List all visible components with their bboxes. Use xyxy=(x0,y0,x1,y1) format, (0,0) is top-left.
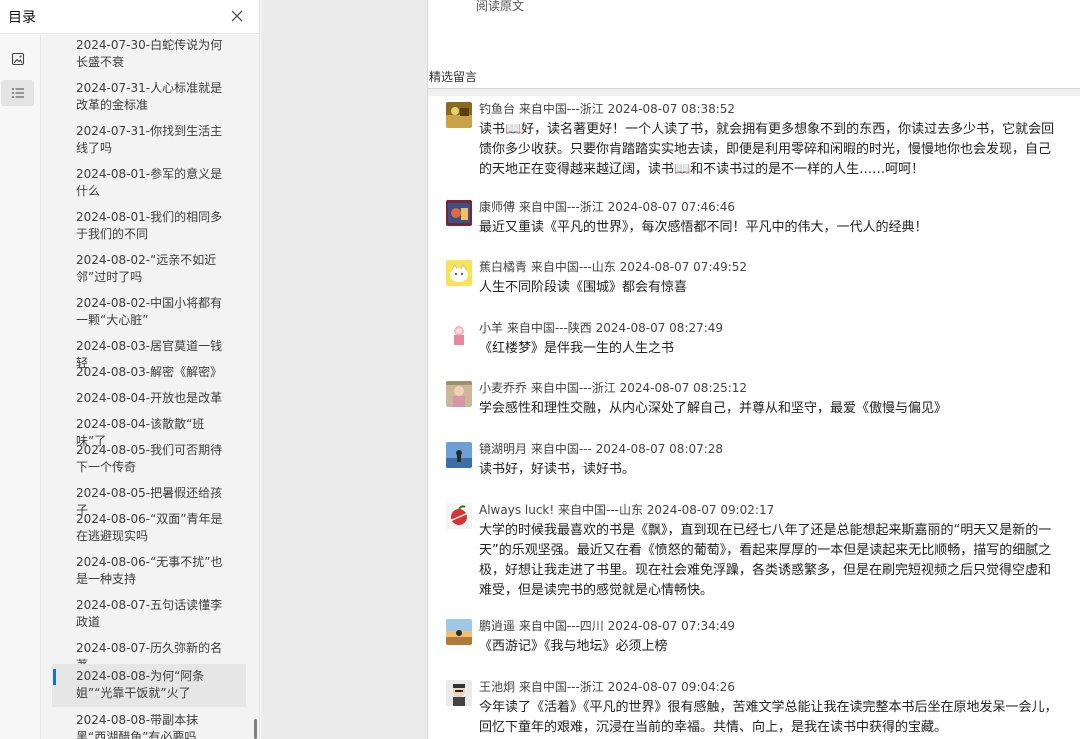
comment-meta: 小麦乔乔 来自中国---浙江 2024-08-07 08:25:12 xyxy=(479,381,748,395)
comment-meta: 鹏逍遥 来自中国---四川 2024-08-07 07:34:49 xyxy=(479,619,736,633)
avatar xyxy=(446,442,472,468)
comment-meta: 康师傅 来自中国---浙江 2024-08-07 07:46:46 xyxy=(479,200,736,214)
avatar xyxy=(446,503,472,529)
comment-meta: 蕉白橘青 来自中国---山东 2024-08-07 07:49:52 xyxy=(479,260,748,274)
comment-meta: 王池炯 来自中国---浙江 2024-08-07 09:04:26 xyxy=(479,680,736,694)
toc-item[interactable]: 2024-08-01-我们的相同多于我们的不同 xyxy=(52,209,246,243)
read-original-link[interactable]: 阅读原文 xyxy=(476,0,524,14)
comment-meta: 镜湖明月 来自中国--- 2024-08-07 08:07:28 xyxy=(479,442,724,456)
toc-item[interactable]: 2024-08-07-五句话读懂李政道 xyxy=(52,597,246,631)
section-divider xyxy=(428,88,1080,96)
toc-panel: 目录 2024-07-30-白蛇传说为何长盛不衰 2024-07-31-人心标准… xyxy=(0,0,260,739)
toc-item[interactable]: 2024-08-01-参军的意义是什么 xyxy=(52,166,246,200)
avatar xyxy=(446,102,472,128)
comment-meta: 小羊 来自中国---陕西 2024-08-07 08:27:49 xyxy=(479,321,724,335)
comment-text: 《西游记》《我与地坛》必须上榜 xyxy=(479,639,668,654)
comment-meta: Always luck! 来自中国---山东 2024-08-07 09:02:… xyxy=(479,503,775,517)
toc-item-active[interactable]: 2024-08-08-为何“阿条姐”“光靠干饭就”火了 xyxy=(52,664,246,707)
comment-text: 《红楼梦》是伴我一生的人生之书 xyxy=(479,341,675,356)
panel-title: 目录 xyxy=(8,10,36,26)
toc-item[interactable]: 2024-08-04-开放也是改革 xyxy=(52,390,246,407)
comment-text: 读书好，好读书，读好书。 xyxy=(479,462,636,477)
comment-text: 学会感性和理性交融，从内心深处了解自己，并尊从和坚守，最爱《傲慢与偏见》 xyxy=(479,401,948,416)
toc-item[interactable]: 2024-08-02-中国小将都有一颗“大心脏” xyxy=(52,295,246,329)
toc-item[interactable]: 2024-07-31-人心标准就是改革的金标准 xyxy=(52,80,246,114)
avatar xyxy=(446,381,472,407)
avatar xyxy=(446,321,472,347)
toc-list: 2024-07-30-白蛇传说为何长盛不衰 2024-07-31-人心标准就是改… xyxy=(40,35,258,739)
toc-item[interactable]: 2024-08-06-“双面”青年是在逃避现实吗 xyxy=(52,511,246,545)
comment-text: 读书📖好，读名著更好！一个人读了书，就会拥有更多想象不到的东西，你读过去多少书，… xyxy=(479,122,1055,177)
toc-item[interactable]: 2024-08-05-我们可否期待下一个传奇 xyxy=(52,442,246,476)
avatar xyxy=(446,260,472,286)
comment-text: 大学的时候我最喜欢的书是《飘》，直到现在已经七八年了还是总能想起来斯嘉丽的“明天… xyxy=(479,523,1052,598)
toc-item[interactable]: 2024-07-31-你找到生活主线了吗 xyxy=(52,123,246,157)
avatar xyxy=(446,619,472,645)
comment-text: 最近又重读《平凡的世界》，每次感悟都不同！平凡中的伟大，一代人的经典！ xyxy=(479,220,928,235)
close-icon[interactable] xyxy=(226,5,248,27)
toc-item[interactable]: 2024-08-03-解密《解密》 xyxy=(52,364,246,381)
panel-rail xyxy=(0,35,40,739)
toc-item[interactable]: 2024-08-06-“无事不扰”也是一种支持 xyxy=(52,554,246,588)
list-icon[interactable] xyxy=(1,80,34,106)
image-icon[interactable] xyxy=(1,46,34,72)
comment-text: 人生不同阶段读《围城》都会有惊喜 xyxy=(479,280,688,295)
panel-header: 目录 xyxy=(0,0,259,34)
avatar xyxy=(446,680,472,706)
background-gap xyxy=(261,0,427,739)
comment-meta: 钓鱼台 来自中国---浙江 2024-08-07 08:38:52 xyxy=(479,102,736,116)
toc-item[interactable]: 2024-07-30-白蛇传说为何长盛不衰 xyxy=(52,37,246,71)
toc-item[interactable]: 2024-08-08-带副本抹黑“西湖醋鱼”有必要吗 xyxy=(52,712,246,739)
section-label: 精选留言 xyxy=(429,70,478,84)
toc-item[interactable]: 2024-08-02-“远亲不如近邻”过时了吗 xyxy=(52,252,246,286)
avatar xyxy=(446,200,472,226)
toc-scrollbar[interactable] xyxy=(254,719,257,739)
comment-text: 今年读了《活着》《平凡的世界》很有感触，苦难文学总能让我在读完整本书后坐在原地发… xyxy=(479,700,1058,735)
article-view: 阅读原文 精选留言 钓鱼台 来自中国---浙江 2024-08-07 08:38… xyxy=(427,0,1080,739)
